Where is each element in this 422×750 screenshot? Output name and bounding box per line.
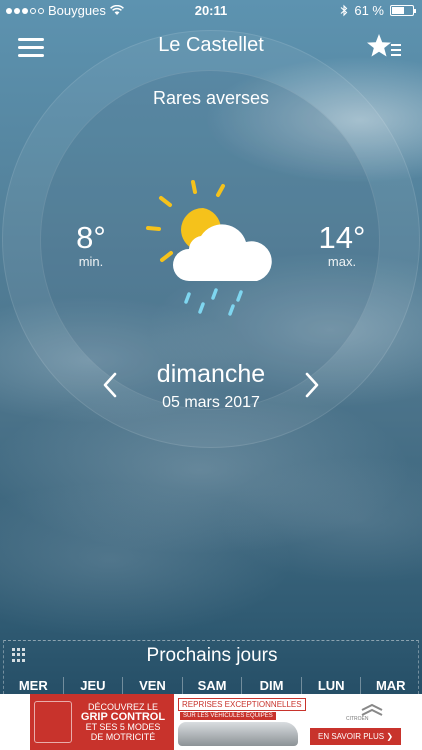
max-temperature: 14° max. [312,220,372,270]
ad-banner[interactable]: DÉCOUVREZ LE GRIP CONTROL ET SES 5 MODES… [0,694,422,750]
ad-cars-image [178,722,298,746]
previous-day-icon[interactable] [100,370,120,400]
day-tab[interactable]: SAM [183,677,243,695]
day-tab[interactable]: MAR [361,677,420,695]
star-list-icon[interactable] [366,32,406,62]
ad-line2: GRIP CONTROL [80,711,166,723]
ad-line3: ET SES 5 MODES [85,722,161,732]
next-day-icon[interactable] [302,370,322,400]
next-days-title: Prochains jours [146,645,278,666]
grip-control-logo-icon [34,701,72,743]
status-bar: Bouygues 20:11 61 % [0,0,422,22]
day-tab[interactable]: LUN [302,677,362,695]
battery-percent: 61 % [354,3,384,18]
ad-badge-offer: REPRISES EXCEPTIONNELLES [178,698,306,711]
day-date: 05 mars 2017 [162,394,260,411]
day-tabs: MER JEU VEN SAM DIM LUN MAR [4,677,420,695]
ad-badge-vehicles: SUR LES VÉHICULES ÉQUIPÉS [180,712,276,720]
min-temp-value: 8° [76,220,106,255]
header: Le Castellet [0,30,422,64]
next-days-panel[interactable]: Prochains jours MER JEU VEN SAM DIM LUN … [3,640,420,695]
max-temp-value: 14° [318,220,366,255]
learn-more-button[interactable]: EN SAVOIR PLUS ❯ [310,728,402,745]
page-title: Le Castellet [158,34,264,56]
sun-cloud-rain-icon [141,178,283,320]
min-temperature: 8° min. [62,220,120,270]
ad-left-panel[interactable]: DÉCOUVREZ LE GRIP CONTROL ET SES 5 MODES… [30,694,174,750]
day-tab[interactable]: VEN [123,677,183,695]
ad-left-text: DÉCOUVREZ LE GRIP CONTROL ET SES 5 MODES… [72,702,174,742]
max-temp-label: max. [327,254,357,269]
ad-right-panel[interactable]: CITROËN EN SAVOIR PLUS ❯ [306,694,422,750]
day-name: dimanche [156,360,266,388]
weather-condition: Rares averses [152,88,270,108]
day-tab[interactable]: MER [4,677,64,695]
bluetooth-icon [340,4,348,17]
status-right: 61 % [340,3,416,18]
ad-brand-name: CITROËN [346,716,369,722]
ad-line4: DE MOTRICITÉ [90,732,156,742]
ad-middle-panel[interactable]: REPRISES EXCEPTIONNELLES SUR LES VÉHICUL… [174,694,306,750]
day-tab[interactable]: DIM [242,677,302,695]
day-tab[interactable]: JEU [64,677,124,695]
min-temp-label: min. [78,254,104,269]
battery-icon [390,5,416,16]
